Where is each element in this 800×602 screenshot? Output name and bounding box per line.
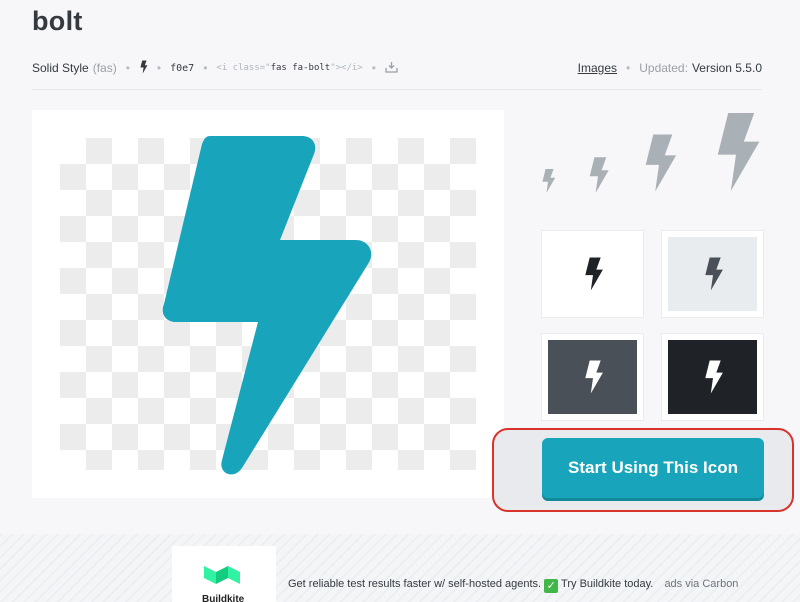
- separator-dot: •: [203, 61, 208, 75]
- bolt-icon: [584, 257, 603, 291]
- bolt-icon: [704, 257, 723, 291]
- separator-dot: •: [626, 61, 631, 75]
- separator-dot: •: [125, 61, 130, 75]
- bolt-icon: [717, 113, 760, 191]
- snippet-open: <i class=": [216, 63, 271, 73]
- bolt-icon: [139, 59, 148, 77]
- preview-tile-white[interactable]: [541, 230, 644, 318]
- icon-meta-bar: Solid Style (fas) • • f0e7 • <i class="f…: [32, 58, 762, 78]
- images-link[interactable]: Images: [578, 61, 617, 75]
- version-value: Version 5.5.0: [691, 61, 762, 75]
- style-prefix: (fas): [92, 61, 117, 75]
- bolt-icon: [542, 169, 556, 193]
- separator-dot: •: [371, 61, 376, 75]
- style-label: Solid Style: [32, 61, 89, 75]
- ad-link[interactable]: Try Buildkite today.: [561, 578, 653, 590]
- cta-highlight: Start Using This Icon: [492, 428, 794, 512]
- icon-size-previews: [536, 106, 768, 196]
- icon-preview-panel: [32, 110, 504, 498]
- ads-via-carbon[interactable]: ads via Carbon: [664, 578, 738, 590]
- bolt-icon: [704, 360, 723, 394]
- page-title: bolt: [32, 6, 83, 36]
- html-snippet[interactable]: <i class="fas fa-bolt"></i>: [216, 63, 362, 73]
- snippet-class: fas fa-bolt: [270, 63, 331, 73]
- snippet-close: "></i>: [330, 63, 363, 73]
- ad-brand: Buildkite: [202, 594, 245, 602]
- bolt-icon: [162, 136, 372, 475]
- buildkite-icon: [204, 566, 240, 584]
- preview-tile-dark[interactable]: [661, 333, 764, 421]
- updated-label: Updated:: [639, 61, 688, 75]
- bolt-icon: [584, 360, 603, 394]
- check-icon: ✓: [544, 579, 559, 593]
- divider: [32, 89, 762, 90]
- start-using-icon-button[interactable]: Start Using This Icon: [542, 438, 764, 498]
- preview-tile-light[interactable]: [661, 230, 764, 318]
- download-icon[interactable]: [385, 61, 398, 76]
- ad-copy[interactable]: Get reliable test results faster w/ self…: [288, 578, 738, 593]
- bolt-icon: [645, 134, 677, 192]
- bolt-icon: [589, 157, 609, 193]
- separator-dot: •: [156, 61, 162, 75]
- carbon-ad: Buildkite Get reliable test results fast…: [0, 534, 800, 602]
- unicode-value[interactable]: f0e7: [170, 63, 194, 74]
- ad-text: Get reliable test results faster w/ self…: [288, 578, 542, 590]
- buildkite-logo[interactable]: Buildkite: [172, 546, 276, 602]
- preview-tile-gray[interactable]: [541, 333, 644, 421]
